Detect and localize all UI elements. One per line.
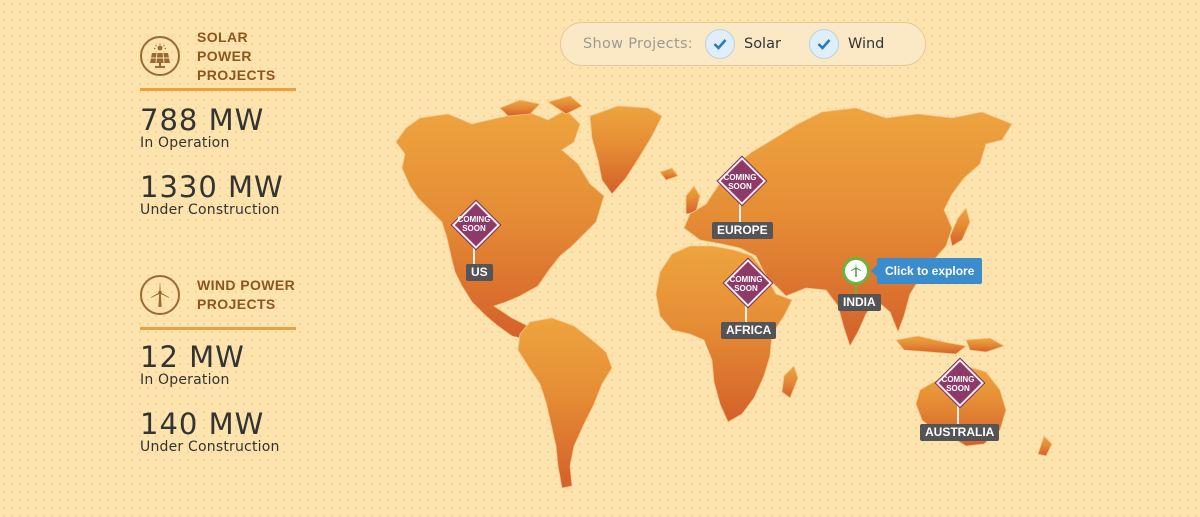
marker-stem [855, 284, 857, 294]
wind-solar-pin-icon[interactable] [842, 257, 870, 285]
coming-soon-text: COMING SOON [457, 215, 491, 233]
new-guinea-landmass [965, 337, 1005, 353]
coming-soon-text: COMING SOON [723, 173, 757, 191]
indonesia-landmass [895, 335, 967, 355]
region-label-us[interactable]: US [466, 264, 493, 281]
new-zealand-landmass [1037, 435, 1053, 457]
greenland-landmass[interactable] [589, 105, 663, 195]
region-label-africa[interactable]: AFRICA [721, 322, 777, 339]
explore-tooltip[interactable]: Click to explore [870, 258, 983, 284]
coming-soon-text: COMING SOON [941, 375, 975, 393]
region-label-australia[interactable]: AUSTRALIA [920, 424, 1000, 441]
south-america-landmass[interactable] [517, 317, 613, 489]
arctic-islands [547, 95, 583, 115]
japan-landmass [949, 207, 971, 247]
madagascar-landmass [781, 365, 799, 399]
region-label-europe[interactable]: EUROPE [712, 222, 773, 239]
coming-soon-text: COMING SOON [729, 275, 763, 293]
arctic-islands [499, 99, 541, 117]
world-map [395, 95, 1053, 489]
iceland-landmass [659, 167, 679, 181]
region-label-india[interactable]: INDIA [838, 294, 881, 311]
